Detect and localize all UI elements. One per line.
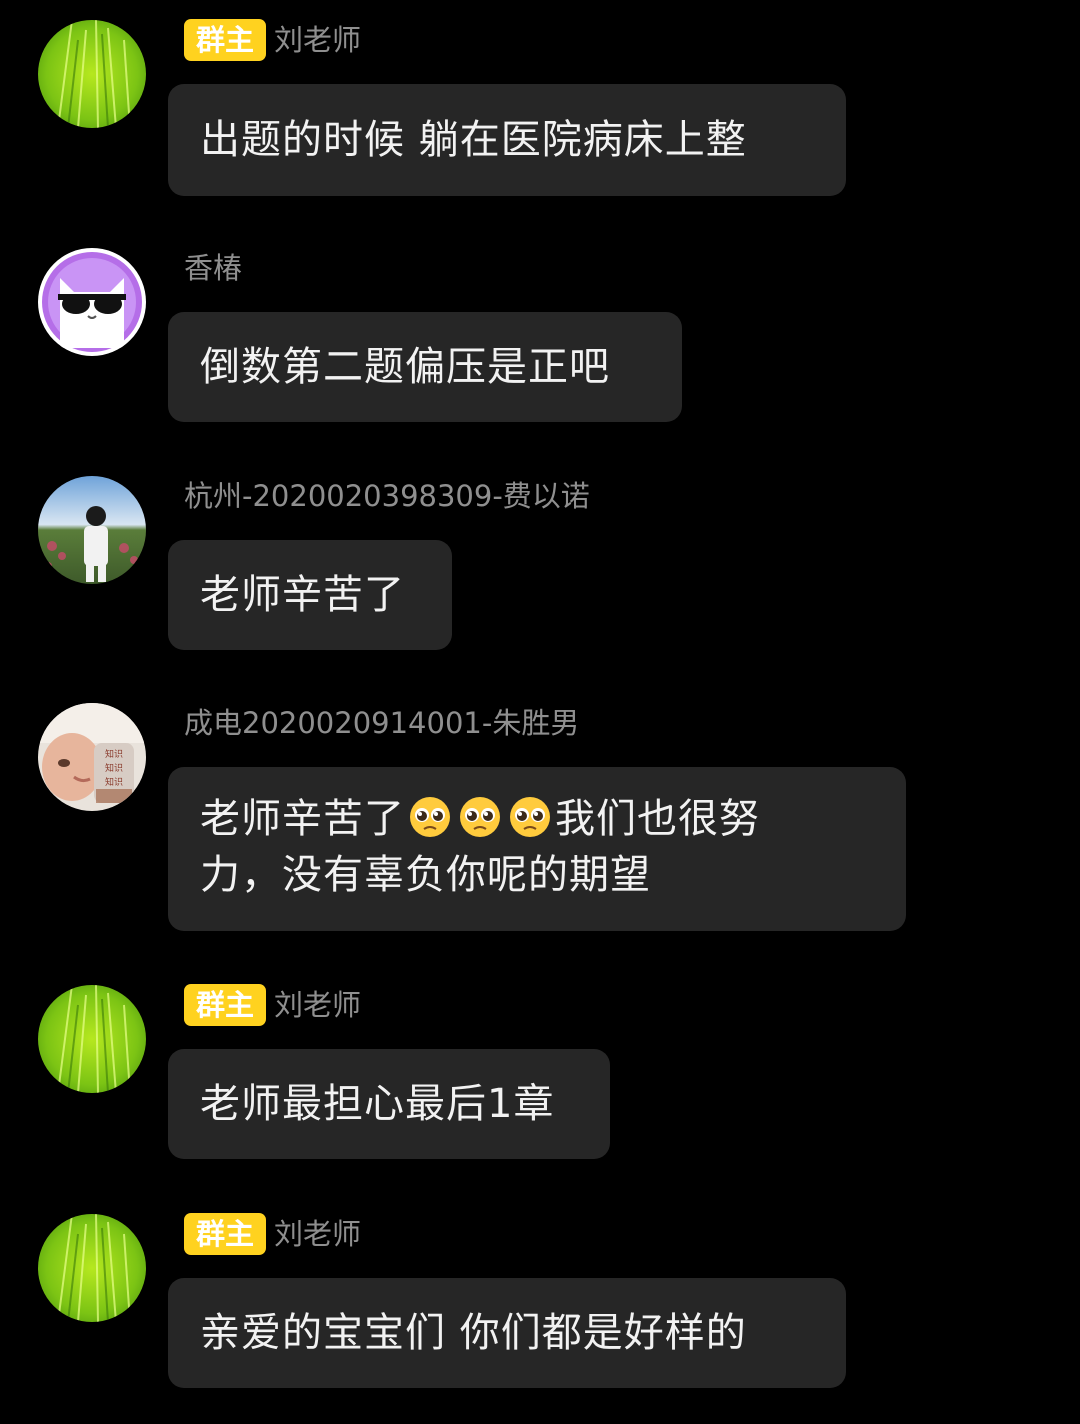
grass-avatar[interactable]	[38, 985, 146, 1093]
sender-name[interactable]: 香椿	[184, 246, 242, 290]
sender-name-row: 成电2020020914001-朱胜男	[184, 701, 579, 745]
group-owner-badge: 群主	[184, 984, 267, 1026]
child-photo-avatar[interactable]: 知识 知识 知识	[38, 703, 146, 811]
message-text: 亲爱的宝宝们 你们都是好样的	[200, 1310, 747, 1356]
sender-name[interactable]: 杭州-2020020398309-费以诺	[184, 474, 590, 518]
svg-text:知识: 知识	[105, 776, 123, 788]
sender-name[interactable]: 刘老师	[274, 983, 361, 1027]
grass-avatar[interactable]	[38, 20, 146, 128]
sender-name-row: 杭州-2020020398309-费以诺	[184, 474, 590, 518]
person-photo-avatar[interactable]	[38, 476, 146, 584]
pleading-face-emoji	[507, 794, 553, 840]
svg-text:知识: 知识	[105, 748, 123, 760]
message-bubble[interactable]: 出题的时候 躺在医院病床上整	[168, 84, 846, 196]
group-owner-badge: 群主	[184, 1213, 267, 1255]
message-text: 倒数第二题偏压是正吧	[200, 344, 610, 390]
message-text: 老师辛苦了	[200, 572, 405, 618]
sender-name[interactable]: 刘老师	[274, 18, 361, 62]
cat-sunglasses-avatar[interactable]	[38, 248, 146, 356]
sender-name-row: 群主 刘老师	[184, 983, 361, 1027]
svg-text:知识: 知识	[105, 762, 123, 774]
message-bubble[interactable]: 老师最担心最后1章	[168, 1049, 610, 1159]
message-bubble[interactable]: 老师辛苦了 我们也很努 力，没有辜负你呢的期望	[168, 767, 906, 931]
grass-avatar[interactable]	[38, 1214, 146, 1322]
sender-name-row: 群主 刘老师	[184, 1212, 361, 1256]
pleading-face-emoji	[457, 794, 503, 840]
message-text-line2: 力，没有辜负你呢的期望	[200, 852, 651, 898]
message-bubble[interactable]: 倒数第二题偏压是正吧	[168, 312, 682, 422]
sender-name[interactable]: 成电2020020914001-朱胜男	[184, 701, 579, 745]
message-text-line1: 老师辛苦了 我们也很努	[200, 794, 760, 842]
message-bubble[interactable]: 老师辛苦了	[168, 540, 452, 650]
sender-name-row: 群主 刘老师	[184, 18, 361, 62]
message-text: 出题的时候 躺在医院病床上整	[200, 117, 747, 163]
sender-name[interactable]: 刘老师	[274, 1212, 361, 1256]
group-owner-badge: 群主	[184, 19, 267, 61]
sender-name-row: 香椿	[184, 246, 242, 290]
message-bubble[interactable]: 亲爱的宝宝们 你们都是好样的	[168, 1278, 846, 1388]
message-text: 老师最担心最后1章	[200, 1081, 555, 1127]
pleading-face-emoji	[407, 794, 453, 840]
